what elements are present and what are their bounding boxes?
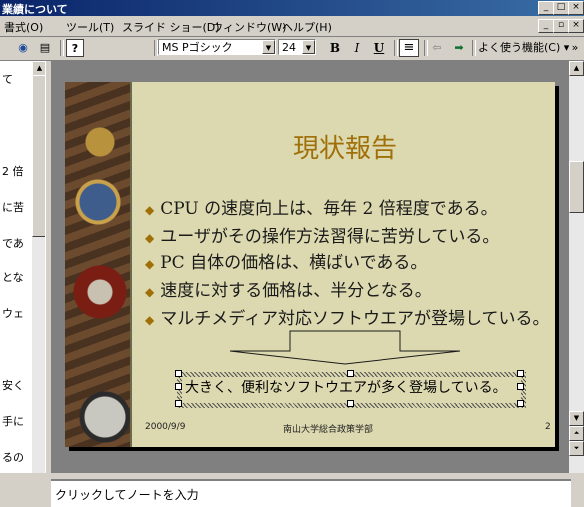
next-slide-icon[interactable]: ⏷	[569, 441, 584, 456]
bold-button[interactable]: B	[325, 39, 345, 57]
scroll-thumb[interactable]	[569, 161, 584, 213]
slide-divider	[130, 82, 132, 447]
bullet-text: CPU の速度向上は、毎年 2 倍程度である。	[160, 199, 498, 219]
down-arrow-shape[interactable]	[225, 329, 465, 365]
slide-scrollbar[interactable]: ▲ ▼ ⏶ ⏷	[569, 61, 584, 473]
bullet-text: 速度に対する価格は、半分となる。	[160, 281, 432, 301]
slide-number: 2	[545, 422, 551, 432]
outline-pane[interactable]: て 2 倍 に苦 であ とな ウェ 安く 手に るの 互換	[0, 61, 32, 473]
outline-line: て	[2, 73, 13, 86]
italic-button[interactable]: I	[347, 39, 367, 57]
slide-canvas[interactable]: 現状報告 ◆ CPU の速度向上は、毎年 2 倍程度である。 ◆ ユーザがその操作方…	[65, 82, 555, 447]
slide-title[interactable]: 現状報告	[195, 128, 495, 165]
menu-slideshow[interactable]: スライド ショー(D)	[122, 19, 220, 35]
paste-icon[interactable]: ▤	[36, 39, 54, 57]
previous-slide-icon[interactable]: ⏶	[569, 426, 584, 441]
title-bar: 業績について _ □ ×	[0, 0, 584, 16]
frequent-functions-menu[interactable]: よく使う機能(C) ▾	[478, 39, 569, 57]
demote-arrow-icon[interactable]: ➡	[452, 39, 466, 57]
outline-line: であ	[2, 237, 24, 250]
doc-close-button[interactable]: ×	[568, 19, 584, 33]
menu-tools[interactable]: ツール(T)	[66, 19, 114, 35]
diamond-bullet-icon: ◆	[145, 285, 155, 299]
toolbar-overflow-icon[interactable]: »	[568, 39, 582, 57]
outline-scrollbar[interactable]: ▲	[32, 61, 47, 473]
resize-handle[interactable]	[347, 370, 354, 377]
toolbar-separator	[472, 40, 476, 56]
doc-minimize-button[interactable]: _	[538, 19, 554, 33]
font-size-select[interactable]: 24 ▼	[278, 39, 316, 55]
formatting-toolbar: ◉ ▤ ? MS Pゴシック ▼ 24 ▼ B I U ≡ ⇦ ➡ よく使う機能…	[0, 37, 584, 61]
diamond-bullet-icon: ◆	[145, 231, 155, 245]
frequent-functions-label: よく使う機能(C)	[478, 41, 561, 54]
resize-handle[interactable]	[175, 400, 182, 407]
font-name-select[interactable]: MS Pゴシック ▼	[158, 39, 276, 55]
outline-line: に苦	[2, 201, 24, 214]
bullet-item[interactable]: ◆ マルチメディア対応ソフトウエアが登場している。	[145, 304, 550, 329]
notes-placeholder[interactable]: クリックしてノートを入力	[55, 486, 199, 503]
resize-handle[interactable]	[517, 370, 524, 377]
footer-center: 南山大学総合政策学部	[283, 425, 374, 435]
web-globe-icon[interactable]: ◉	[14, 39, 32, 57]
resize-handle[interactable]	[517, 383, 524, 390]
menu-format[interactable]: 書式(O)	[4, 19, 43, 35]
font-size-value: 24	[282, 41, 296, 54]
medal-decoration-image	[65, 82, 130, 447]
outline-line: るの	[2, 451, 24, 464]
resize-handle[interactable]	[347, 400, 354, 407]
bullet-item[interactable]: ◆ 速度に対する価格は、半分となる。	[145, 276, 432, 301]
menu-window[interactable]: ウィンドウ(W)	[212, 19, 286, 35]
resize-handle[interactable]	[175, 383, 182, 390]
bullet-text: ユーザがその操作方法習得に苦労している。	[160, 227, 500, 247]
outline-line: とな	[2, 271, 24, 284]
font-name-value: MS Pゴシック	[162, 41, 233, 54]
bullet-text: マルチメディア対応ソフトウエアが登場している。	[160, 309, 550, 329]
resize-handle[interactable]	[175, 370, 182, 377]
chevron-down-icon[interactable]: ▼	[262, 40, 275, 54]
help-icon[interactable]: ?	[66, 39, 84, 57]
bullet-item[interactable]: ◆ PC 自体の価格は、横ばいである。	[145, 248, 427, 273]
toolbar-separator	[60, 40, 64, 56]
underline-button[interactable]: U	[369, 39, 389, 57]
bullet-item[interactable]: ◆ ユーザがその操作方法習得に苦労している。	[145, 222, 499, 247]
outline-line: ウェ	[2, 307, 24, 320]
menu-bar: 書式(O) ツール(T) スライド ショー(D) ウィンドウ(W) ヘルプ(H)	[0, 16, 584, 37]
notes-pane[interactable]: クリックしてノートを入力	[51, 479, 571, 507]
bullet-text: PC 自体の価格は、横ばいである。	[160, 253, 428, 273]
window-title: 業績について	[2, 3, 68, 16]
outline-line: 手に	[2, 415, 24, 428]
footer-date: 2000/9/9	[145, 422, 186, 432]
toolbar-separator	[424, 40, 428, 56]
outline-line: 2 倍	[2, 165, 24, 178]
scroll-up-icon[interactable]: ▲	[569, 61, 584, 76]
promote-arrow-icon[interactable]: ⇦	[430, 39, 444, 57]
maximize-button[interactable]: □	[553, 1, 569, 15]
doc-restore-button[interactable]: ▫	[553, 19, 569, 33]
menu-help[interactable]: ヘルプ(H)	[282, 19, 332, 35]
resize-handle[interactable]	[517, 400, 524, 407]
diamond-bullet-icon: ◆	[145, 203, 155, 217]
minimize-button[interactable]: _	[538, 1, 554, 15]
close-button[interactable]: ×	[568, 1, 584, 15]
align-left-icon[interactable]: ≡	[399, 39, 419, 57]
toolbar-separator	[394, 40, 398, 56]
diamond-bullet-icon: ◆	[145, 313, 155, 327]
outline-line: 安く	[2, 379, 24, 392]
scroll-down-icon[interactable]: ▼	[569, 411, 584, 426]
bullet-item[interactable]: ◆ CPU の速度向上は、毎年 2 倍程度である。	[145, 194, 498, 219]
diamond-bullet-icon: ◆	[145, 257, 155, 271]
chevron-down-icon[interactable]: ▼	[302, 40, 315, 54]
